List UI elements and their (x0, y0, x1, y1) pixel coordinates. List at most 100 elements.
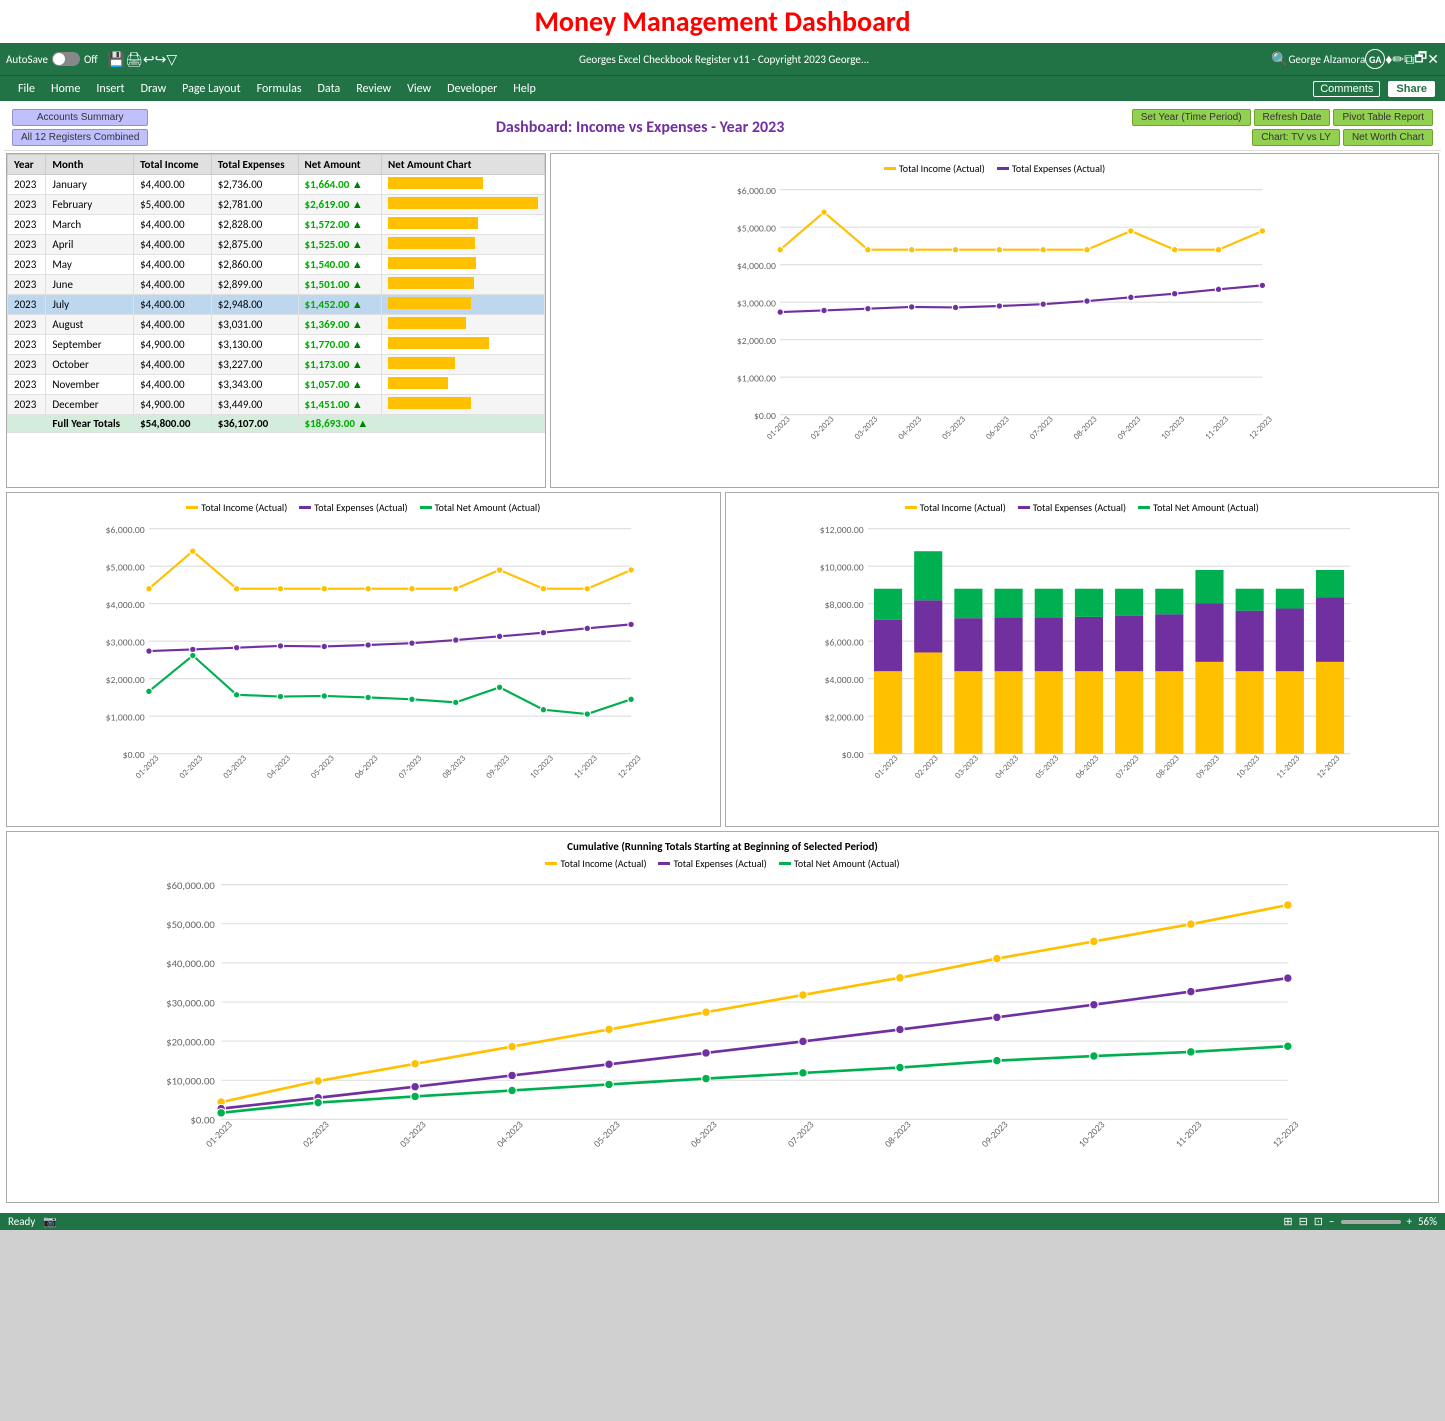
menu-insert[interactable]: Insert (88, 80, 132, 98)
cell-month: December (46, 395, 134, 415)
cell-month: September (46, 335, 134, 355)
grid-view-icon[interactable]: ⊞ (1283, 1215, 1292, 1228)
cell-income: $4,900.00 (134, 335, 212, 355)
search-icon[interactable]: 🔍 (1271, 51, 1288, 68)
main-content: Accounts Summary All 12 Registers Combin… (0, 101, 1445, 1213)
cell-bar (382, 375, 545, 395)
cell-year: 2023 (8, 375, 46, 395)
svg-text:$3,000.00: $3,000.00 (737, 298, 776, 310)
svg-text:$4,000.00: $4,000.00 (106, 599, 145, 611)
window-icon[interactable]: ⧉ (1404, 51, 1414, 68)
svg-text:06-2023: 06-2023 (688, 1119, 719, 1150)
svg-text:02-2023: 02-2023 (913, 753, 941, 781)
cell-year: 2023 (8, 335, 46, 355)
diamond-icon[interactable]: ♦ (1385, 51, 1392, 68)
totals-bar (382, 415, 545, 433)
cell-bar (382, 215, 545, 235)
menu-file[interactable]: File (10, 80, 43, 98)
legend-expenses-label-2: Total Expenses (Actual) (314, 501, 407, 514)
svg-text:05-2023: 05-2023 (1033, 753, 1061, 781)
cell-year: 2023 (8, 175, 46, 195)
save-icon[interactable]: 💾 (108, 51, 125, 68)
cell-expenses: $2,948.00 (211, 295, 298, 315)
svg-text:$5,000.00: $5,000.00 (737, 223, 776, 235)
share-button[interactable]: Share (1388, 81, 1435, 97)
page-title: Money Management Dashboard (0, 4, 1445, 39)
legend-expenses-cum: Total Expenses (Actual) (658, 857, 766, 870)
legend-net-2: Total Net Amount (Actual) (420, 501, 541, 514)
zoom-out-icon[interactable]: − (1329, 1215, 1334, 1228)
cell-income: $4,400.00 (134, 375, 212, 395)
menu-data[interactable]: Data (310, 80, 349, 98)
pivot-table-button[interactable]: Pivot Table Report (1333, 109, 1433, 126)
svg-text:09-2023: 09-2023 (979, 1119, 1010, 1150)
status-bar: Ready 📷 ⊞ ⊟ ⊡ − + 56% (0, 1213, 1445, 1230)
income-dot-bar (905, 506, 917, 509)
comments-button[interactable]: Comments (1313, 81, 1380, 97)
menu-review[interactable]: Review (348, 80, 399, 98)
income-dot-1 (884, 167, 896, 170)
table-row: 2023 June $4,400.00 $2,899.00 $1,501.00 … (8, 275, 545, 295)
net-worth-button[interactable]: Net Worth Chart (1343, 129, 1433, 146)
page-view-icon[interactable]: ⊡ (1314, 1215, 1323, 1228)
pen-icon[interactable]: ✏ (1392, 51, 1404, 68)
customize-icon[interactable]: ▽ (166, 51, 177, 68)
menu-help[interactable]: Help (505, 80, 544, 98)
print-icon[interactable]: 🖨 (125, 51, 143, 68)
svg-text:$0.00: $0.00 (190, 1114, 215, 1127)
svg-text:06-2023: 06-2023 (1073, 753, 1101, 781)
set-year-button[interactable]: Set Year (Time Period) (1132, 109, 1251, 126)
undo-icon[interactable]: ↩ (143, 51, 155, 68)
svg-text:09-2023: 09-2023 (485, 753, 513, 781)
zoom-level: 56% (1418, 1215, 1437, 1228)
svg-text:12-2023: 12-2023 (616, 753, 644, 781)
svg-text:$40,000.00: $40,000.00 (166, 957, 215, 970)
close-icon[interactable]: ✕ (1427, 51, 1439, 68)
cell-income: $5,400.00 (134, 195, 212, 215)
svg-text:$6,000.00: $6,000.00 (824, 637, 863, 649)
svg-text:$12,000.00: $12,000.00 (819, 524, 863, 536)
svg-text:$10,000.00: $10,000.00 (819, 562, 863, 574)
menu-page-layout[interactable]: Page Layout (174, 80, 248, 98)
cell-net: $2,619.00 ▲ (298, 195, 381, 215)
svg-text:$30,000.00: $30,000.00 (166, 996, 215, 1009)
redo-icon[interactable]: ↪ (155, 51, 167, 68)
menu-formulas[interactable]: Formulas (249, 80, 310, 98)
expenses-dot-bar (1018, 506, 1030, 509)
cell-income: $4,400.00 (134, 235, 212, 255)
registers-combined-button[interactable]: All 12 Registers Combined (12, 129, 148, 146)
right-btn-row1: Set Year (Time Period) Refresh Date Pivo… (1132, 109, 1433, 126)
cell-bar (382, 255, 545, 275)
zoom-in-icon[interactable]: + (1407, 1215, 1412, 1228)
col-income: Total Income (134, 155, 212, 175)
legend-net-bar: Total Net Amount (Actual) (1138, 501, 1259, 514)
menu-view[interactable]: View (399, 80, 439, 98)
legend-expenses-bar: Total Expenses (Actual) (1018, 501, 1126, 514)
menu-draw[interactable]: Draw (133, 80, 175, 98)
cell-net: $1,540.00 ▲ (298, 255, 381, 275)
cell-expenses: $3,449.00 (211, 395, 298, 415)
zoom-slider[interactable] (1341, 1220, 1401, 1224)
cell-year: 2023 (8, 235, 46, 255)
col-month: Month (46, 155, 134, 175)
menu-developer[interactable]: Developer (439, 80, 505, 98)
bar-chart-svg: $0.00$2,000.00$4,000.00$6,000.00$8,000.0… (734, 518, 1431, 818)
accounts-summary-button[interactable]: Accounts Summary (12, 109, 148, 126)
status-ready: Ready (8, 1215, 35, 1228)
net-dot-bar (1138, 506, 1150, 509)
svg-text:03-2023: 03-2023 (953, 753, 981, 781)
table-row: 2023 May $4,400.00 $2,860.00 $1,540.00 ▲ (8, 255, 545, 275)
refresh-date-button[interactable]: Refresh Date (1254, 109, 1331, 126)
cell-bar (382, 175, 545, 195)
restore-icon[interactable]: 🗗 (1414, 47, 1427, 71)
status-right: ⊞ ⊟ ⊡ − + 56% (1283, 1215, 1437, 1228)
chart-tv-button[interactable]: Chart: TV vs LY (1252, 129, 1340, 146)
svg-text:09-2023: 09-2023 (1116, 414, 1144, 442)
svg-text:$6,000.00: $6,000.00 (106, 524, 145, 536)
table-header-row: Year Month Total Income Total Expenses N… (8, 155, 545, 175)
menu-home[interactable]: Home (43, 80, 88, 98)
legend-expenses-label-cum: Total Expenses (Actual) (673, 857, 766, 870)
autosave-state: Off (84, 53, 98, 66)
layout-icon[interactable]: ⊟ (1299, 1215, 1308, 1228)
autosave-toggle[interactable] (52, 52, 80, 66)
